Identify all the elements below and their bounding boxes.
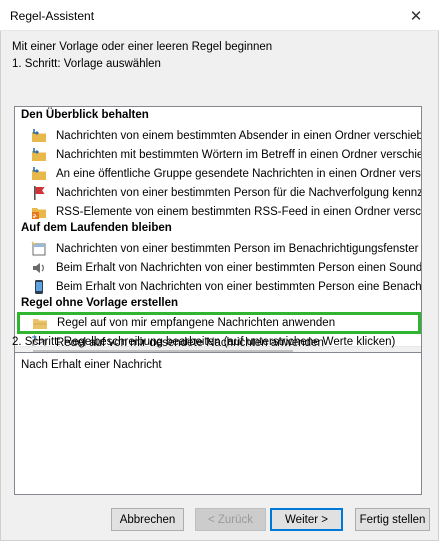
list-item-label: Nachrichten mit bestimmten Wörtern im Be… xyxy=(56,148,421,161)
close-button[interactable]: ✕ xyxy=(393,0,439,31)
list-item-label: RSS-Elemente von einem bestimmten RSS-Fe… xyxy=(56,205,421,218)
group-header-laufenden: Auf dem Laufenden bleiben xyxy=(21,222,172,234)
back-button[interactable]: < Zurück xyxy=(195,508,266,531)
mobile-device-icon xyxy=(31,279,47,295)
close-icon: ✕ xyxy=(409,7,423,25)
group-header-ohne-vorlage: Regel ohne Vorlage erstellen xyxy=(21,297,179,309)
list-item-label: An eine öffentliche Gruppe gesendete Nac… xyxy=(56,167,421,180)
rss-folder-icon xyxy=(31,204,47,220)
step2-label: 2. Schritt: Regelbeschreibung bearbeiten… xyxy=(12,336,396,348)
folder-move-icon xyxy=(31,147,47,163)
new-item-window-icon xyxy=(31,240,47,257)
step1-label: 1. Schritt: Vorlage auswählen xyxy=(12,58,161,70)
list-item-selected[interactable]: Regel auf von mir empfangene Nachrichten… xyxy=(17,312,421,334)
received-mail-rule-icon xyxy=(32,315,48,331)
group-header-ueberblick: Den Überblick behalten xyxy=(21,109,149,121)
list-item[interactable]: Nachrichten mit bestimmten Wörtern im Be… xyxy=(19,145,421,164)
list-item[interactable]: Nachrichten von einer bestimmten Person … xyxy=(19,183,421,202)
flag-icon xyxy=(31,185,47,201)
list-item[interactable]: Nachrichten von einer bestimmten Person … xyxy=(19,239,421,258)
window-title: Regel-Assistent xyxy=(10,9,95,23)
dialog-body: Mit einer Vorlage oder einer leeren Rege… xyxy=(0,31,439,541)
list-item[interactable]: RSS-Elemente von einem bestimmten RSS-Fe… xyxy=(19,202,421,221)
list-item-label: Nachrichten von einer bestimmten Person … xyxy=(56,242,421,255)
list-item-label: Beim Erhalt von Nachrichten von einer be… xyxy=(56,280,421,293)
title-bar: Regel-Assistent ✕ xyxy=(0,0,439,31)
next-button[interactable]: Weiter > xyxy=(270,508,343,531)
list-item-label: Nachrichten von einem bestimmten Absende… xyxy=(56,129,421,142)
intro-text: Mit einer Vorlage oder einer leeren Rege… xyxy=(12,41,273,53)
cancel-button[interactable]: Abbrechen xyxy=(111,508,184,531)
list-item[interactable]: Beim Erhalt von Nachrichten von einer be… xyxy=(19,277,421,296)
speaker-icon xyxy=(31,260,47,276)
list-item[interactable]: Nachrichten von einem bestimmten Absende… xyxy=(19,126,421,145)
list-item-label: Beim Erhalt von Nachrichten von einer be… xyxy=(56,261,421,274)
list-item[interactable]: Beim Erhalt von Nachrichten von einer be… xyxy=(19,258,421,277)
list-item-label: Regel auf von mir empfangene Nachrichten… xyxy=(57,317,336,329)
list-item[interactable]: An eine öffentliche Gruppe gesendete Nac… xyxy=(19,164,421,183)
folder-move-icon xyxy=(31,128,47,144)
rule-description-box[interactable]: Nach Erhalt einer Nachricht xyxy=(14,352,422,495)
list-item-label: Nachrichten von einer bestimmten Person … xyxy=(56,186,421,199)
finish-button[interactable]: Fertig stellen xyxy=(355,508,430,531)
template-list[interactable]: Den Überblick behalten Nachrichten von e… xyxy=(14,106,422,364)
rule-description-text: Nach Erhalt einer Nachricht xyxy=(21,359,162,371)
folder-move-icon xyxy=(31,166,47,182)
template-list-viewport: Den Überblick behalten Nachrichten von e… xyxy=(15,107,421,347)
